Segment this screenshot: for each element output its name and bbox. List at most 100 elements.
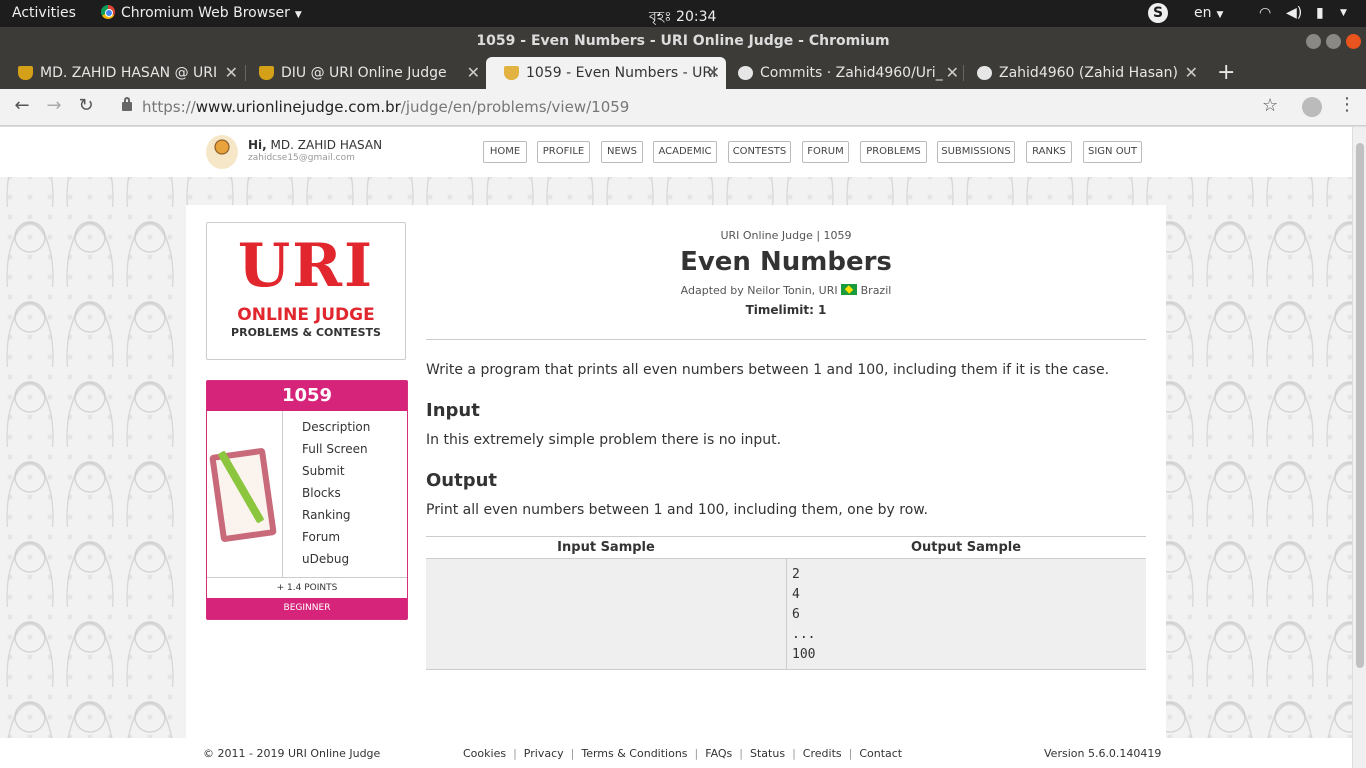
trophy-icon	[259, 66, 274, 80]
nav-ranks[interactable]: RANKS	[1026, 141, 1072, 163]
browser-menu-icon[interactable]: ⋮	[1338, 94, 1356, 115]
page-scrollbar[interactable]	[1352, 127, 1366, 768]
user-email: zahidcse15@gmail.com	[248, 153, 355, 163]
footer-link-faqs[interactable]: FAQs	[705, 747, 732, 760]
user-greeting: Hi, MD. ZAHID HASAN	[248, 138, 382, 152]
link-forum[interactable]: Forum	[302, 530, 340, 544]
footer-link-contact[interactable]: Contact	[859, 747, 902, 760]
author-country: Brazil	[860, 284, 892, 297]
skype-tray-icon[interactable]: S	[1148, 3, 1168, 23]
language-indicator[interactable]: en ▼	[1194, 5, 1223, 21]
user-avatar[interactable]	[206, 135, 238, 169]
tab-label: DIU @ URI Online Judge	[281, 65, 447, 81]
back-button[interactable]: ←	[10, 95, 34, 116]
brazil-flag-icon	[841, 284, 858, 295]
volume-icon[interactable]: ◀)	[1286, 5, 1302, 21]
clipboard-icon	[207, 411, 283, 577]
nav-contests[interactable]: CONTESTS	[728, 141, 791, 163]
nav-sign-out[interactable]: SIGN OUT	[1083, 141, 1142, 163]
nav-academic[interactable]: ACADEMIC	[653, 141, 717, 163]
link-full-screen[interactable]: Full Screen	[302, 442, 368, 456]
close-tab-icon[interactable]: ✕	[707, 57, 720, 89]
footer-link-cookies[interactable]: Cookies	[463, 747, 506, 760]
link-separator: |	[739, 747, 744, 760]
page-viewport: Hi, MD. ZAHID HASAN zahidcse15@gmail.com…	[0, 127, 1352, 768]
system-top-bar: Activities Chromium Web Browser ▼ বৃহঃ 20…	[0, 0, 1366, 27]
url-host: www.urionlinejudge.com.br	[195, 98, 401, 116]
trophy-icon	[504, 66, 519, 80]
github-icon	[977, 66, 992, 80]
browser-toolbar: ← → ↻ https://www.urionlinejudge.com.br/…	[0, 89, 1366, 126]
logo-title: URI	[237, 231, 375, 301]
reload-button[interactable]: ↻	[74, 95, 98, 116]
link-separator: |	[792, 747, 796, 760]
close-tab-icon[interactable]: ✕	[225, 57, 238, 89]
wifi-icon[interactable]: ◠	[1259, 5, 1271, 21]
nav-news[interactable]: NEWS	[601, 141, 643, 163]
link-separator: |	[694, 747, 699, 760]
footer-link-credits[interactable]: Credits	[803, 747, 842, 760]
address-bar[interactable]: https://www.urionlinejudge.com.br/judge/…	[112, 93, 1292, 122]
trophy-icon	[18, 66, 33, 80]
link-separator: |	[848, 747, 853, 760]
site-header: Hi, MD. ZAHID HASAN zahidcse15@gmail.com…	[0, 127, 1352, 177]
uri-logo[interactable]: URI ONLINE JUDGE PROBLEMS & CONTESTS	[206, 222, 406, 360]
tab-label: Zahid4960 (Zahid Hasan)	[999, 65, 1178, 81]
tab-commits[interactable]: Commits · Zahid4960/Uri_ ✕	[720, 57, 965, 89]
breadcrumb: URI Online Judge | 1059	[720, 229, 852, 242]
nav-profile[interactable]: PROFILE	[537, 141, 590, 163]
tab-diu[interactable]: DIU @ URI Online Judge ✕	[241, 57, 486, 89]
output-sample-header: Output Sample	[910, 540, 1022, 555]
close-window-button[interactable]	[1346, 34, 1361, 49]
footer-link-terms[interactable]: Terms & Conditions	[581, 747, 687, 760]
close-tab-icon[interactable]: ✕	[467, 57, 480, 89]
link-blocks[interactable]: Blocks	[302, 486, 341, 500]
tab-label: 1059 - Even Numbers - URI	[526, 65, 717, 81]
divider	[426, 339, 1146, 340]
nav-submissions[interactable]: SUBMISSIONS	[937, 141, 1015, 163]
github-icon	[738, 66, 753, 80]
chromium-icon	[101, 5, 115, 19]
new-tab-button[interactable]: +	[1217, 57, 1235, 89]
output-description: Print all even numbers between 1 and 100…	[426, 502, 928, 518]
problem-author: Adapted by Neilor Tonin, URI Brazil	[426, 284, 1146, 297]
sample-output-cell: 2 4 6 ... 100	[792, 567, 816, 662]
scrollbar-thumb[interactable]	[1356, 143, 1364, 668]
forward-button[interactable]: →	[42, 95, 66, 116]
system-menu-chevron-icon[interactable]: ▼	[1340, 8, 1347, 18]
input-description: In this extremely simple problem there i…	[426, 432, 782, 448]
nav-home[interactable]: HOME	[483, 141, 527, 163]
activities-button[interactable]: Activities	[12, 5, 76, 21]
site-footer: © 2011 - 2019 URI Online Judge Cookies | P…	[0, 738, 1352, 768]
nav-problems[interactable]: PROBLEMS	[860, 141, 927, 163]
timelimit: Timelimit: 1	[745, 303, 827, 317]
maximize-button[interactable]	[1326, 34, 1341, 49]
url-scheme: https://	[142, 98, 196, 116]
link-ranking[interactable]: Ranking	[302, 508, 351, 522]
problem-number: 1059	[207, 381, 407, 411]
tab-strip: MD. ZAHID HASAN @ URI ✕ DIU @ URI Online…	[0, 55, 1366, 89]
battery-icon[interactable]: ▮	[1316, 5, 1324, 21]
input-heading: Input	[426, 400, 480, 421]
profile-avatar-icon[interactable]	[1302, 97, 1322, 117]
logo-line-1: ONLINE JUDGE	[237, 305, 375, 325]
clock[interactable]: বৃহঃ 20:34	[649, 5, 716, 29]
link-description[interactable]: Description	[302, 420, 370, 434]
close-tab-icon[interactable]: ✕	[1185, 57, 1198, 89]
link-submit[interactable]: Submit	[302, 464, 345, 478]
tab-github-profile[interactable]: Zahid4960 (Zahid Hasan) ✕	[959, 57, 1204, 89]
nav-forum[interactable]: FORUM	[802, 141, 849, 163]
link-udebug[interactable]: uDebug	[302, 552, 349, 566]
close-tab-icon[interactable]: ✕	[946, 57, 959, 89]
bookmark-star-icon[interactable]: ☆	[1262, 95, 1278, 116]
logo-line-2: PROBLEMS & CONTESTS	[231, 326, 381, 339]
tab-profile[interactable]: MD. ZAHID HASAN @ URI ✕	[0, 57, 244, 89]
footer-link-status[interactable]: Status	[750, 747, 785, 760]
tab-even-numbers[interactable]: 1059 - Even Numbers - URI ✕	[486, 57, 726, 89]
lock-icon[interactable]	[122, 97, 132, 111]
footer-link-privacy[interactable]: Privacy	[524, 747, 564, 760]
minimize-button[interactable]	[1306, 34, 1321, 49]
app-menu[interactable]: Chromium Web Browser ▼	[101, 5, 302, 21]
copyright: © 2011 - 2019 URI Online Judge	[203, 747, 381, 760]
site-version: Version 5.6.0.140419	[1044, 747, 1162, 760]
